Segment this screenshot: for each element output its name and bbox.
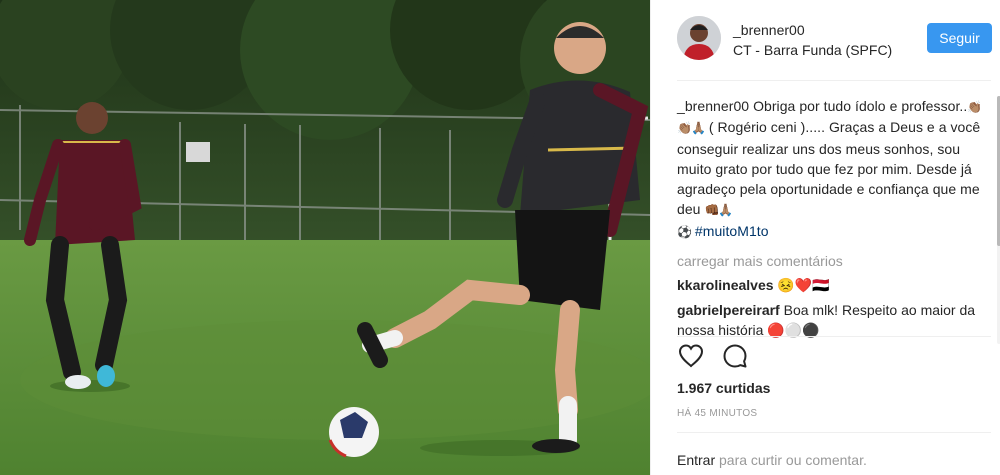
comment-item: kkarolinealves 😣❤️🇾🇪 <box>677 275 991 295</box>
likes-count[interactable]: 1.967 curtidas <box>677 380 770 396</box>
like-button[interactable] <box>677 342 705 372</box>
caption: _brenner00 Obriga por tudo ídolo e profe… <box>677 96 991 242</box>
caption-emoji-2: 👊🏾🙏🏽 <box>704 203 733 218</box>
caption-hashtag[interactable]: #muitoM1to <box>695 223 769 239</box>
caption-text-1: Obriga por tudo ídolo e professor.. <box>749 98 968 114</box>
post-sidebar: _brenner00 CT - Barra Funda (SPFC) Segui… <box>650 0 1000 475</box>
heart-icon <box>678 344 704 368</box>
divider <box>677 432 991 433</box>
header-location[interactable]: CT - Barra Funda (SPFC) <box>733 42 892 58</box>
login-prompt-text: para curtir ou comentar. <box>715 452 867 468</box>
comment-username[interactable]: gabrielpereirarf <box>677 302 780 318</box>
comment-text: 😣❤️🇾🇪 <box>777 277 830 294</box>
divider <box>677 80 991 81</box>
comment-username[interactable]: kkarolinealves <box>677 277 774 293</box>
post-header: _brenner00 CT - Barra Funda (SPFC) Segui… <box>651 0 1000 78</box>
comment-icon <box>723 344 747 368</box>
post-photo[interactable] <box>0 0 650 475</box>
action-bar <box>677 342 749 372</box>
header-username[interactable]: _brenner00 <box>733 22 805 38</box>
comment-item: gabrielpereirarf Boa mlk! Respeito ao ma… <box>677 300 991 340</box>
caption-emoji-3: ⚽ <box>677 224 692 239</box>
avatar[interactable] <box>677 16 721 60</box>
caption-username[interactable]: _brenner00 <box>677 98 749 114</box>
follow-button[interactable]: Seguir <box>927 23 992 53</box>
post-timestamp[interactable]: HÁ 45 MINUTOS <box>677 408 757 419</box>
divider <box>677 336 991 337</box>
load-more-comments-link[interactable]: carregar mais comentários <box>677 252 991 270</box>
avatar-image <box>677 16 721 60</box>
login-prompt: Entrar para curtir ou comentar. <box>677 452 867 468</box>
photo-illustration <box>0 0 650 475</box>
comment-button[interactable] <box>721 342 749 372</box>
comments-section: _brenner00 Obriga por tudo ídolo e profe… <box>677 96 991 340</box>
login-link[interactable]: Entrar <box>677 452 715 468</box>
